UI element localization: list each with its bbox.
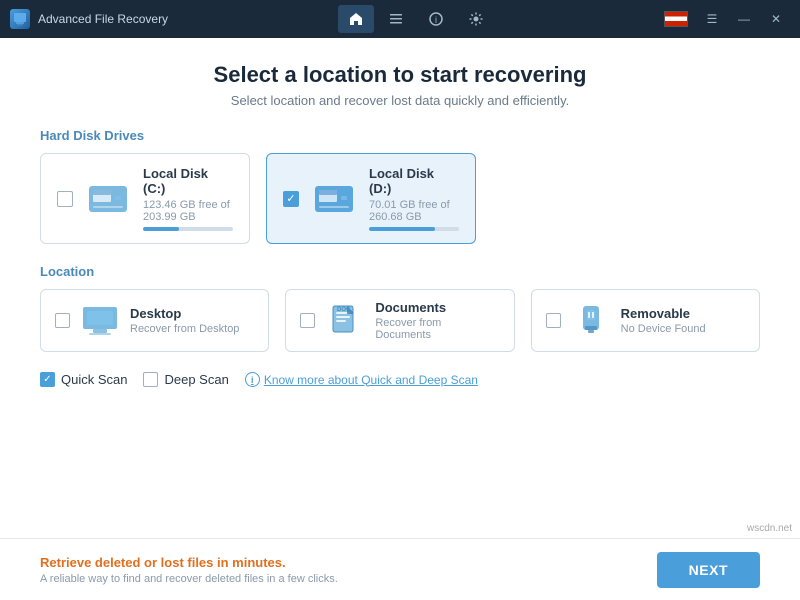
location-removable-info: Removable No Device Found bbox=[621, 306, 706, 335]
location-desktop-checkbox[interactable] bbox=[55, 313, 70, 328]
footer: Retrieve deleted or lost files in minute… bbox=[0, 538, 800, 600]
location-desktop-name: Desktop bbox=[130, 306, 239, 321]
location-desktop-card[interactable]: Desktop Recover from Desktop bbox=[40, 289, 269, 352]
drive-c-progress-fill bbox=[143, 227, 179, 231]
drive-c-progress bbox=[143, 227, 233, 231]
drive-d-info: Local Disk (D:) 70.01 GB free of 260.68 … bbox=[369, 166, 459, 231]
quick-scan-label: Quick Scan bbox=[61, 372, 127, 387]
page-subtitle: Select location and recover lost data qu… bbox=[40, 93, 760, 108]
hard-disk-section: Hard Disk Drives Local Disk (C:) 123. bbox=[40, 128, 760, 264]
window-close-button[interactable]: ✕ bbox=[762, 7, 790, 31]
titlebar-nav: i bbox=[338, 5, 494, 33]
deep-scan-option[interactable]: Deep Scan bbox=[143, 372, 228, 387]
drives-container: Local Disk (C:) 123.46 GB free of 203.99… bbox=[40, 153, 760, 244]
scan-info-link-label: Know more about Quick and Deep Scan bbox=[264, 373, 478, 387]
location-desktop-sub: Recover from Desktop bbox=[130, 323, 239, 335]
drive-c-checkbox[interactable] bbox=[57, 191, 73, 207]
footer-sub-text: A reliable way to find and recover delet… bbox=[40, 573, 338, 585]
location-removable-checkbox[interactable] bbox=[546, 313, 561, 328]
app-icon bbox=[10, 9, 30, 29]
hard-disk-section-label: Hard Disk Drives bbox=[40, 128, 760, 143]
titlebar-left: Advanced File Recovery bbox=[10, 9, 168, 29]
location-removable-card[interactable]: Removable No Device Found bbox=[531, 289, 760, 352]
titlebar: Advanced File Recovery i bbox=[0, 0, 800, 38]
drive-d-icon bbox=[311, 180, 357, 218]
info-icon: i bbox=[245, 372, 260, 387]
scan-info-link[interactable]: i Know more about Quick and Deep Scan bbox=[245, 372, 478, 387]
watermark: wscdn.net bbox=[747, 523, 792, 534]
footer-main-text: Retrieve deleted or lost files in minute… bbox=[40, 555, 338, 570]
drive-d-name: Local Disk (D:) bbox=[369, 166, 459, 196]
location-documents-info: Documents Recover from Documents bbox=[375, 300, 499, 341]
app-title-label: Advanced File Recovery bbox=[38, 12, 168, 26]
drive-c-info: Local Disk (C:) 123.46 GB free of 203.99… bbox=[143, 166, 233, 231]
main-content: Select a location to start recovering Se… bbox=[0, 38, 800, 538]
svg-text:DOC: DOC bbox=[337, 307, 351, 313]
location-documents-sub: Recover from Documents bbox=[375, 317, 499, 341]
next-button[interactable]: NEXT bbox=[657, 552, 760, 588]
svg-text:i: i bbox=[435, 15, 437, 25]
location-cards: Desktop Recover from Desktop DOC bbox=[40, 289, 760, 352]
drive-d-progress bbox=[369, 227, 459, 231]
drive-c-size: 123.46 GB free of 203.99 GB bbox=[143, 199, 233, 223]
quick-scan-checkbox[interactable]: ✓ bbox=[40, 372, 55, 387]
deep-scan-checkbox[interactable] bbox=[143, 372, 158, 387]
location-section: Location Desktop Recover from Desktop bbox=[40, 264, 760, 372]
titlebar-right: ☰ — ✕ bbox=[664, 7, 790, 31]
drive-d-card[interactable]: ✓ Local Disk (D:) 70.01 GB free of 260.6… bbox=[266, 153, 476, 244]
window-menu-button[interactable]: ☰ bbox=[698, 7, 726, 31]
deep-scan-label: Deep Scan bbox=[164, 372, 228, 387]
location-desktop-info: Desktop Recover from Desktop bbox=[130, 306, 239, 335]
drive-d-progress-fill bbox=[369, 227, 435, 231]
nav-home-button[interactable] bbox=[338, 5, 374, 33]
page-title: Select a location to start recovering bbox=[40, 62, 760, 88]
location-documents-name: Documents bbox=[375, 300, 499, 315]
window-minimize-button[interactable]: — bbox=[730, 7, 758, 31]
location-documents-card[interactable]: DOC Documents Recover from Documents bbox=[285, 289, 514, 352]
drive-c-card[interactable]: Local Disk (C:) 123.46 GB free of 203.99… bbox=[40, 153, 250, 244]
location-removable-name: Removable bbox=[621, 306, 706, 321]
location-removable-sub: No Device Found bbox=[621, 323, 706, 335]
nav-info-button[interactable]: i bbox=[418, 5, 454, 33]
location-documents-checkbox[interactable] bbox=[300, 313, 315, 328]
nav-list-button[interactable] bbox=[378, 5, 414, 33]
quick-scan-option[interactable]: ✓ Quick Scan bbox=[40, 372, 127, 387]
location-section-label: Location bbox=[40, 264, 760, 279]
page-header: Select a location to start recovering Se… bbox=[40, 62, 760, 108]
location-documents-icon: DOC bbox=[325, 303, 365, 339]
flag-icon bbox=[664, 11, 688, 27]
nav-settings-button[interactable] bbox=[458, 5, 494, 33]
drive-d-size: 70.01 GB free of 260.68 GB bbox=[369, 199, 459, 223]
scan-options: ✓ Quick Scan Deep Scan i Know more about… bbox=[40, 372, 760, 387]
location-removable-icon bbox=[571, 303, 611, 339]
drive-c-name: Local Disk (C:) bbox=[143, 166, 233, 196]
drive-c-icon bbox=[85, 180, 131, 218]
location-desktop-icon bbox=[80, 303, 120, 339]
drive-d-checkbox[interactable]: ✓ bbox=[283, 191, 299, 207]
footer-text: Retrieve deleted or lost files in minute… bbox=[40, 555, 338, 585]
